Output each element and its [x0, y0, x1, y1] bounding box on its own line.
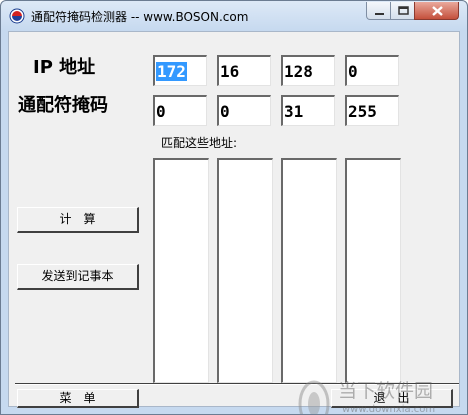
menu-button[interactable]: 菜 单	[17, 389, 139, 408]
matching-addresses-label: 匹配这些地址:	[161, 136, 238, 150]
app-window: 通配符掩码检测器 -- www.BOSON.com IP 地址 通配符掩码 17…	[0, 0, 468, 415]
maximize-button[interactable]	[390, 2, 415, 20]
watermark-logo-icon	[298, 380, 330, 414]
close-button[interactable]	[414, 2, 459, 20]
minimize-icon	[375, 13, 384, 15]
watermark-text: 当下软件园	[338, 380, 434, 402]
match-list-octet-1[interactable]	[153, 158, 209, 383]
minimize-button[interactable]	[366, 2, 391, 20]
wildcard-mask-label: 通配符掩码	[18, 95, 108, 116]
mask-octet-3-field[interactable]: 31	[281, 95, 335, 126]
match-list-octet-4[interactable]	[345, 158, 401, 383]
close-icon	[432, 6, 443, 16]
calculate-button[interactable]: 计 算	[17, 207, 139, 233]
mask-octet-4-field[interactable]: 255	[345, 95, 399, 126]
ip-address-label: IP 地址	[33, 57, 96, 78]
send-to-notepad-button[interactable]: 发送到记事本	[17, 264, 139, 290]
mask-octet-1-field[interactable]: 0	[153, 95, 207, 126]
ip-octet-3-field[interactable]: 128	[281, 55, 335, 86]
watermark: 当下软件园 www.downxia.com	[294, 374, 454, 415]
window-title: 通配符掩码检测器 -- www.BOSON.com	[31, 10, 249, 24]
client-area: IP 地址 通配符掩码 172 16 128 0 0 0 31 255 匹配这些…	[8, 31, 460, 414]
mask-octet-2-field[interactable]: 0	[217, 95, 271, 126]
title-bar[interactable]: 通配符掩码检测器 -- www.BOSON.com	[1, 1, 467, 31]
ip-octet-4-field[interactable]: 0	[345, 55, 399, 86]
ip-octet-2-field[interactable]: 16	[217, 55, 271, 86]
maximize-icon	[398, 6, 409, 15]
match-list-octet-2[interactable]	[217, 158, 273, 383]
match-list-octet-3[interactable]	[281, 158, 337, 383]
boson-app-icon	[9, 8, 25, 24]
watermark-url: www.downxia.com	[342, 404, 436, 415]
ip-octet-1-field[interactable]: 172	[153, 55, 207, 86]
